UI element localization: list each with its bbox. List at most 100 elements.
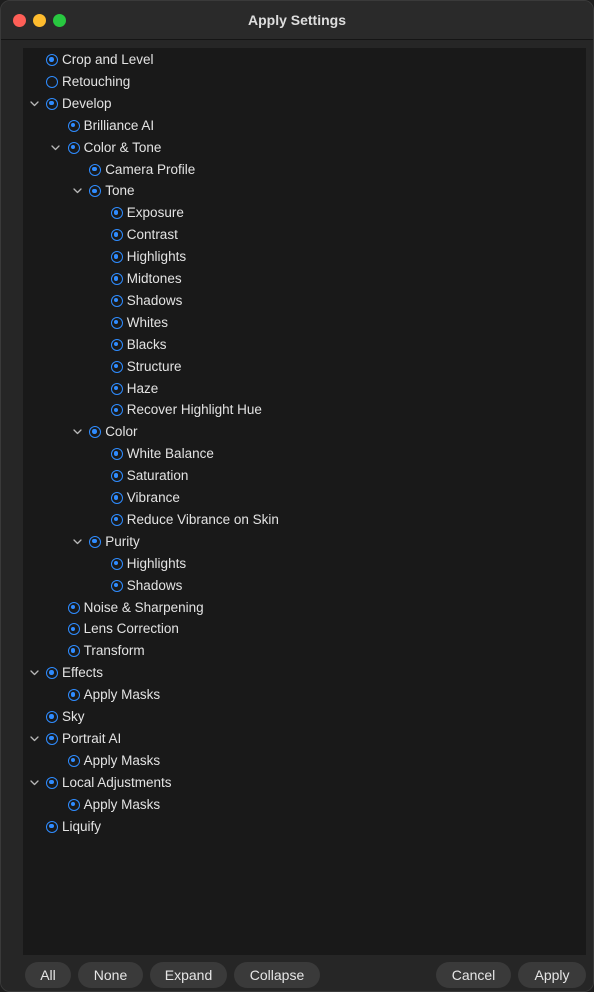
tree-row[interactable]: Reduce Vibrance on Skin [23, 509, 586, 531]
radio-selected-icon[interactable] [46, 97, 58, 110]
radio-selected-icon[interactable] [110, 294, 123, 307]
tree-item-label: Develop [62, 95, 112, 111]
tree-row[interactable]: Portrait AI [23, 728, 586, 750]
tree-row[interactable]: Exposure [23, 202, 586, 224]
radio-selected-icon[interactable] [67, 119, 80, 132]
tree-row[interactable]: Color [23, 421, 586, 443]
cancel-button[interactable]: Cancel [436, 962, 511, 988]
radio-selected-icon[interactable] [67, 754, 80, 767]
tree-row[interactable]: Apply Masks [23, 794, 586, 816]
chevron-down-icon[interactable] [29, 93, 39, 115]
radio-selected-icon[interactable] [110, 579, 123, 592]
tree-item-label: Local Adjustments [62, 774, 172, 790]
tree-row[interactable]: Crop and Level [23, 49, 586, 71]
tree-item-label: Haze [126, 380, 159, 396]
tree-row[interactable]: Purity [23, 531, 586, 553]
button-bar: All None Expand Collapse Cancel Apply [1, 957, 593, 991]
tree-row[interactable]: Effects [23, 662, 586, 684]
chevron-down-icon[interactable] [72, 531, 82, 553]
tree-row[interactable]: Noise & Sharpening [23, 597, 586, 619]
tree-row[interactable]: Shadows [23, 575, 586, 597]
tree-row[interactable]: Highlights [23, 553, 586, 575]
tree-row[interactable]: Saturation [23, 465, 586, 487]
radio-selected-icon[interactable] [46, 711, 58, 723]
radio-selected-icon[interactable] [46, 732, 58, 745]
tree-row[interactable]: Highlights [23, 246, 586, 268]
radio-selected-icon[interactable] [46, 54, 58, 66]
tree-row[interactable]: Transform [23, 640, 586, 662]
radio-selected-icon[interactable] [67, 623, 80, 636]
radio-selected-icon[interactable] [110, 404, 123, 417]
tree-item-label: Noise & Sharpening [83, 599, 204, 615]
tree-row[interactable]: Apply Masks [23, 750, 586, 772]
tree-item-label: Portrait AI [62, 730, 122, 746]
tree-row[interactable]: Midtones [23, 268, 586, 290]
radio-selected-icon[interactable] [110, 470, 123, 483]
chevron-down-icon[interactable] [72, 421, 82, 443]
radio-selected-icon[interactable] [67, 141, 80, 154]
radio-selected-icon[interactable] [89, 163, 102, 176]
tree-row[interactable]: Lens Correction [23, 618, 586, 640]
radio-selected-icon[interactable] [89, 535, 102, 548]
radio-selected-icon[interactable] [110, 338, 123, 351]
tree-row[interactable]: Brilliance AI [23, 115, 586, 137]
tree-row[interactable]: Apply Masks [23, 684, 586, 706]
radio-selected-icon[interactable] [110, 382, 123, 395]
title-bar: Apply Settings [1, 1, 593, 40]
radio-selected-icon[interactable] [67, 689, 80, 702]
tree-item-label: White Balance [126, 446, 214, 462]
chevron-down-icon[interactable] [29, 728, 39, 750]
tree-row[interactable]: Retouching [23, 71, 586, 93]
tree-row[interactable]: Blacks [23, 334, 586, 356]
apply-button[interactable]: Apply [518, 962, 586, 988]
radio-selected-icon[interactable] [89, 185, 102, 198]
select-all-button[interactable]: All [25, 962, 71, 988]
tree-row[interactable]: White Balance [23, 443, 586, 465]
tree-item-label: Contrast [126, 227, 178, 243]
tree-row[interactable]: Shadows [23, 290, 586, 312]
tree-row[interactable]: Sky [23, 706, 586, 728]
radio-selected-icon[interactable] [89, 426, 102, 439]
radio-selected-icon[interactable] [46, 820, 58, 833]
tree-row[interactable]: Camera Profile [23, 159, 586, 181]
chevron-down-icon[interactable] [51, 137, 61, 159]
radio-selected-icon[interactable] [110, 360, 123, 373]
tree-row[interactable]: Tone [23, 180, 586, 202]
expand-button[interactable]: Expand [150, 962, 227, 988]
radio-selected-icon[interactable] [110, 513, 123, 526]
tree-row[interactable]: Local Adjustments [23, 772, 586, 794]
radio-selected-icon[interactable] [46, 667, 58, 680]
tree-row[interactable]: Develop [23, 93, 586, 115]
tree-row[interactable]: Haze [23, 378, 586, 400]
tree-item-label: Vibrance [126, 490, 180, 505]
tree-item-label: Tone [105, 183, 135, 199]
tree-row[interactable]: Liquify [23, 816, 586, 838]
tree-row[interactable]: Vibrance [23, 487, 586, 509]
radio-selected-icon[interactable] [67, 798, 80, 811]
tree-item-label: Apply Masks [83, 796, 161, 812]
tree-row[interactable]: Contrast [23, 224, 586, 246]
radio-selected-icon[interactable] [110, 207, 123, 220]
radio-selected-icon[interactable] [110, 273, 123, 285]
radio-unselected-icon[interactable] [46, 75, 58, 88]
radio-selected-icon[interactable] [67, 645, 80, 658]
tree-row[interactable]: Structure [23, 356, 586, 378]
tree-item-label: Retouching [62, 73, 131, 89]
radio-selected-icon[interactable] [110, 448, 123, 461]
chevron-down-icon[interactable] [72, 180, 82, 202]
tree-item-label: Shadows [126, 577, 183, 593]
tree-row[interactable]: Recover Highlight Hue [23, 399, 586, 421]
radio-selected-icon[interactable] [110, 316, 123, 329]
radio-selected-icon[interactable] [46, 776, 58, 789]
tree-row[interactable]: Whites [23, 312, 586, 334]
tree-row[interactable]: Color & Tone [23, 137, 586, 159]
chevron-down-icon[interactable] [29, 772, 39, 794]
radio-selected-icon[interactable] [67, 601, 80, 614]
collapse-button[interactable]: Collapse [234, 962, 320, 988]
chevron-down-icon[interactable] [29, 662, 39, 684]
radio-selected-icon[interactable] [110, 251, 123, 264]
radio-selected-icon[interactable] [110, 229, 123, 242]
radio-selected-icon[interactable] [110, 492, 123, 504]
radio-selected-icon[interactable] [110, 557, 123, 570]
select-none-button[interactable]: None [78, 962, 143, 988]
